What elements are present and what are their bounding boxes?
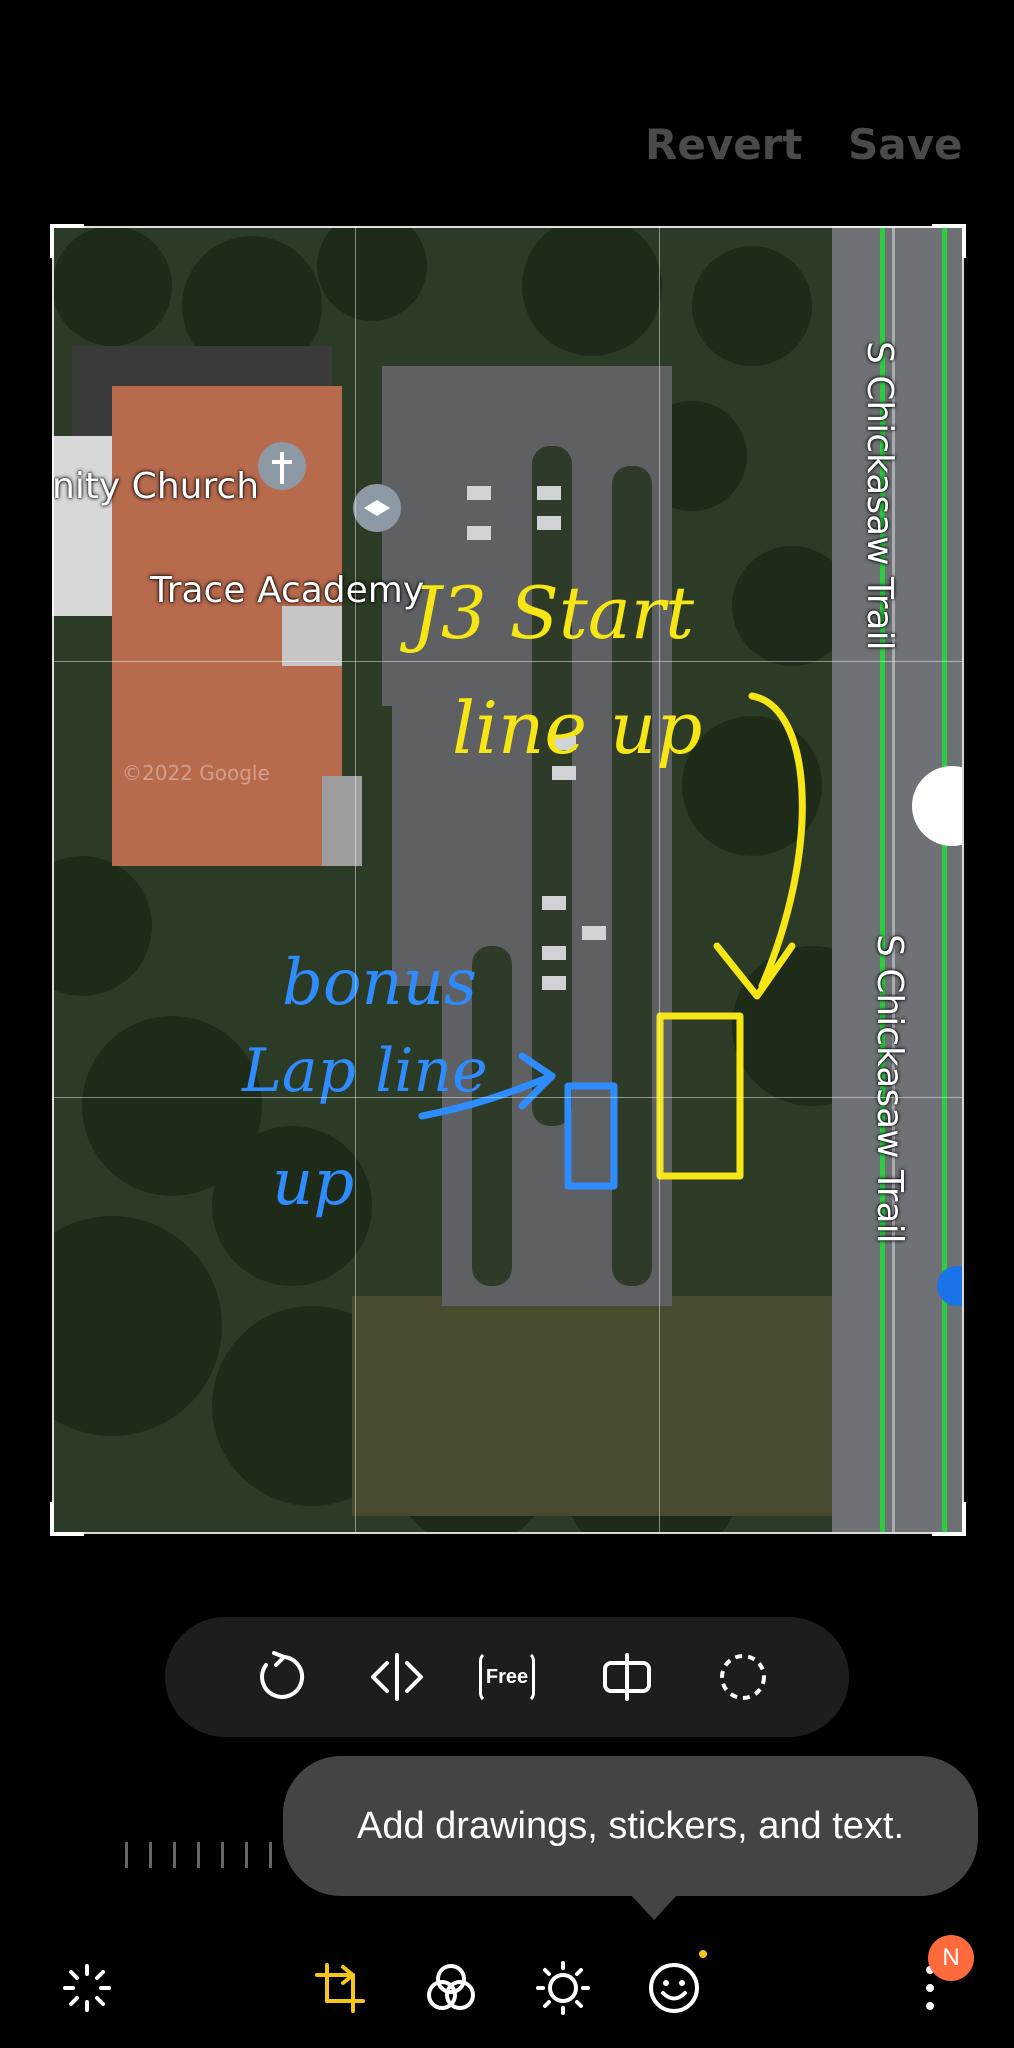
crop-handle-bottom-right[interactable] bbox=[932, 1502, 966, 1536]
annotation-start: J3 Start bbox=[412, 571, 695, 655]
annotation-bonus: bonus bbox=[282, 946, 477, 1020]
auto-enhance-icon[interactable] bbox=[57, 1958, 117, 2018]
crop-handle-top-right[interactable] bbox=[932, 224, 966, 258]
tooltip: Add drawings, stickers, and text. bbox=[283, 1756, 978, 1896]
tooltip-text: Add drawings, stickers, and text. bbox=[356, 1804, 905, 1847]
map-watermark: ©2022 Google bbox=[122, 761, 270, 785]
filters-icon[interactable] bbox=[421, 1958, 481, 2018]
revert-button[interactable]: Revert bbox=[645, 120, 802, 169]
crop-grid-line bbox=[52, 661, 962, 662]
crop-handle-top-left[interactable] bbox=[50, 224, 84, 258]
edit-tools-bar: Free bbox=[165, 1617, 849, 1737]
save-button[interactable]: Save bbox=[848, 120, 962, 169]
crop-grid-line bbox=[355, 226, 356, 1532]
decorate-icon[interactable] bbox=[644, 1958, 704, 2018]
crop-grid-line bbox=[52, 1097, 962, 1098]
crop-grid-line bbox=[659, 226, 660, 1532]
satellite-image bbox=[52, 226, 962, 1532]
new-indicator-dot bbox=[699, 1950, 707, 1958]
transform-icon[interactable] bbox=[310, 1958, 370, 2018]
flip-icon[interactable] bbox=[367, 1647, 427, 1707]
annotation-lineup: line up bbox=[452, 686, 703, 770]
notification-badge: N bbox=[928, 1935, 974, 1981]
adjust-icon[interactable] bbox=[533, 1958, 593, 2018]
annotation-up: up bbox=[272, 1146, 355, 1220]
rotate-icon[interactable] bbox=[250, 1647, 310, 1707]
perspective-icon[interactable] bbox=[597, 1647, 657, 1707]
tooltip-tail bbox=[630, 1894, 678, 1920]
free-label: Free bbox=[479, 1651, 535, 1703]
annotation-lap-line: Lap line bbox=[242, 1036, 488, 1106]
map-label-road-top: S Chickasaw Trail bbox=[859, 341, 900, 651]
crop-handle-bottom-left[interactable] bbox=[50, 1502, 84, 1536]
lasso-icon[interactable] bbox=[713, 1647, 773, 1707]
rotation-ruler[interactable] bbox=[125, 1842, 295, 1870]
map-label-academy: Trace Academy bbox=[150, 570, 425, 611]
free-aspect-icon[interactable]: Free bbox=[477, 1647, 537, 1707]
map-label-road-bottom: S Chickasaw Trail bbox=[869, 934, 910, 1244]
photo-canvas[interactable]: nity Church Trace Academy S Chickasaw Tr… bbox=[52, 226, 962, 1532]
map-label-church: nity Church bbox=[52, 466, 260, 507]
